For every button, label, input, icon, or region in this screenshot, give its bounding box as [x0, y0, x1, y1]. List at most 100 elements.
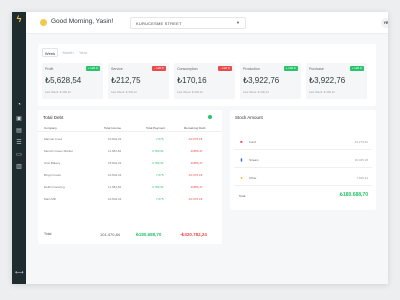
location-select[interactable]: KURUCESME STREET ▼ [130, 17, 246, 29]
stock-row[interactable]: ● Other 7.936,24 [234, 172, 372, 186]
income-cell: 10.842,22 [108, 137, 122, 141]
stat-label: Profit [45, 67, 54, 71]
lightning-logo[interactable]: ϟ [14, 14, 24, 24]
stock-row[interactable]: ▮ Stream 20.025,18 [234, 154, 372, 168]
stat-card-production[interactable]: Production + 120 K ₺3,922,76 Last Week: … [240, 63, 301, 99]
stat-value: ₺3,922,76 [243, 76, 280, 85]
stat-last-week: Last Week: ₺ 300,12 [45, 90, 71, 94]
stat-badge: - 120 K [218, 66, 232, 71]
table-total-row: Total 101.470,84 ₺180.688,70 -₺320.782,2… [38, 230, 222, 240]
payment-cell: 7.075 [156, 197, 164, 201]
stat-value: ₺5,628,54 [45, 76, 82, 85]
stock-name: Fund [249, 140, 256, 144]
payment-cell: 7.075 [156, 173, 164, 177]
chart-icon[interactable]: ▥ [15, 164, 23, 171]
list-icon[interactable]: ☰ [15, 140, 23, 147]
tab-month[interactable]: Month [60, 48, 76, 57]
remaining-cell: -8.880,47 [190, 185, 203, 189]
chevron-down-icon: ▼ [236, 20, 240, 25]
drop-icon: ● [240, 175, 243, 180]
tab-year[interactable]: Year [76, 48, 90, 57]
company-cell: Ulus Bakery [44, 161, 61, 165]
payment-cell: 3.782,51 [152, 149, 164, 153]
remaining-cell: -10.070,18 [188, 173, 203, 177]
table-row[interactable]: Marmar Food 10.842,22 7.075 -10.070,18 [38, 134, 222, 144]
stat-card-profit[interactable]: Profit + 120 K ₺5,628,54 Last Week: ₺ 30… [42, 63, 103, 99]
company-cell: Bingo Foods [44, 173, 61, 177]
stat-value: ₺170,16 [177, 76, 207, 85]
stock-value: 23.279,52 [354, 140, 368, 144]
card-title: Stock Amount [235, 115, 263, 120]
stat-badge: + 120 K [85, 66, 100, 71]
stat-value: ₺3,922,76 [309, 76, 346, 85]
stat-card-service[interactable]: Service - 120 K ₺212,75 Last Week: ₺ 300… [108, 63, 169, 99]
stat-label: Production [243, 67, 260, 71]
remaining-cell: -8.880,47 [190, 149, 203, 153]
company-cell: Menchi Green Market [44, 149, 73, 153]
stat-badge: + 120 K [283, 66, 298, 71]
total-payment: ₺180.688,70 [136, 232, 162, 237]
wallet-icon[interactable]: ▭ [15, 152, 23, 159]
stock-total-label: Total [239, 194, 246, 198]
column-header-company: Company [44, 126, 57, 130]
stat-last-week: Last Week: ₺ 300,12 [177, 90, 203, 94]
trash-icon[interactable]: ▣ [15, 116, 23, 123]
sun-icon [40, 19, 47, 26]
stat-card-consumption[interactable]: Consumption - 120 K ₺170,16 Last Week: ₺… [174, 63, 235, 99]
stat-badge: - 120 K [152, 66, 166, 71]
table-row[interactable]: Menchi Green Market 11.681,82 3.782,51 -… [38, 146, 222, 156]
bottle-icon: ▮ [240, 157, 243, 162]
stat-label: Purchase [309, 67, 324, 71]
stock-name: Stream [249, 158, 259, 162]
pie-chart-icon[interactable]: ◔ [15, 102, 23, 109]
period-summary-card: Week Month Year Profit + 120 K ₺5,628,54… [38, 44, 376, 106]
table-row[interactable]: Main Mill 10.842,22 7.075 -10.070,18 [38, 194, 222, 204]
card-title: Total Debt [43, 115, 64, 120]
stock-name: Other [249, 176, 257, 180]
stat-value: ₺212,75 [111, 76, 141, 85]
tab-week[interactable]: Week [42, 48, 58, 57]
total-label: Total [44, 232, 52, 236]
calendar-icon[interactable]: ▤ [15, 128, 23, 135]
stat-last-week: Last Week: ₺ 300,12 [243, 90, 269, 94]
total-income: 101.470,84 [100, 232, 121, 237]
car-icon: ■ [240, 139, 243, 144]
total-debt-card: Total Debt Company Total Income Total Pa… [38, 110, 222, 244]
status-dot-icon[interactable] [208, 115, 212, 119]
company-cell: Marmar Food [44, 137, 63, 141]
stock-value: 7.936,24 [356, 176, 368, 180]
stat-last-week: Last Week: ₺ 300,12 [309, 90, 335, 94]
income-cell: 10.842,22 [108, 197, 122, 201]
table-header: Company Total Income Total Payment Remai… [38, 126, 222, 132]
table-row[interactable]: Bingo Foods 10.842,22 7.075 -10.070,18 [38, 170, 222, 180]
avatar[interactable]: YE [381, 18, 388, 28]
stock-total-value: ₺180.688,70 [339, 192, 368, 198]
column-header-payment: Total Payment [146, 126, 166, 130]
payment-cell: 3.782,51 [152, 161, 164, 165]
company-cell: Main Mill [44, 197, 56, 201]
income-cell: 11.681,82 [108, 185, 122, 189]
stock-row[interactable]: ■ Fund 23.279,52 [234, 136, 372, 150]
stock-amount-card: Stock Amount ■ Fund 23.279,52 ▮ Stream 2… [230, 110, 376, 210]
stock-value: 20.025,18 [354, 158, 368, 162]
payment-cell: 7.075 [156, 137, 164, 141]
stat-label: Service [111, 67, 123, 71]
company-cell: Delifi Grocering [44, 185, 65, 189]
table-row[interactable]: Delifi Grocering 11.681,82 3.782,51 -8.8… [38, 182, 222, 192]
table-row[interactable]: Ulus Bakery 15.842,22 3.782,51 -8.880,47 [38, 158, 222, 168]
remaining-cell: -10.070,18 [188, 197, 203, 201]
column-header-remaining: Remaining Debt [184, 126, 206, 130]
remaining-cell: -10.070,18 [188, 137, 203, 141]
stat-last-week: Last Week: ₺ 300,12 [111, 90, 137, 94]
stat-badge: + 120 K [349, 66, 364, 71]
stat-label: Consumption [177, 67, 198, 71]
remaining-cell: -8.880,47 [190, 161, 203, 165]
top-bar: Good Morning, Yasin! KURUCESME STREET ▼ … [26, 12, 388, 34]
income-cell: 15.842,22 [108, 161, 122, 165]
greeting-text: Good Morning, Yasin! [51, 18, 114, 25]
stat-card-purchase[interactable]: Purchase + 120 K ₺3,922,76 Last Week: ₺ … [306, 63, 367, 99]
column-header-income: Total Income [104, 126, 122, 130]
payment-cell: 3.782,51 [152, 185, 164, 189]
location-value: KURUCESME STREET [136, 21, 182, 26]
expand-icon[interactable]: ⟷ [15, 270, 24, 277]
